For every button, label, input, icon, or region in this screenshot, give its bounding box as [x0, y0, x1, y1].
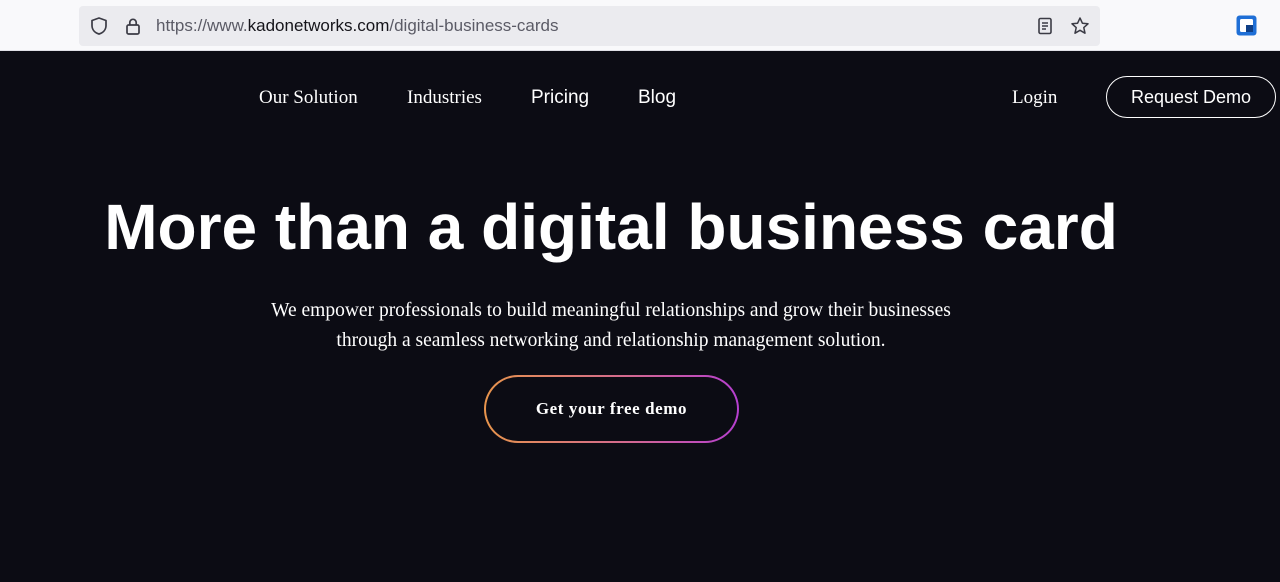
hero-subtitle-line-1: We empower professionals to build meanin…: [271, 300, 951, 321]
bookmark-star-icon[interactable]: [1070, 16, 1090, 36]
nav-industries[interactable]: Industries: [407, 85, 482, 111]
nav-our-solution[interactable]: Our Solution: [259, 85, 358, 111]
nav-login[interactable]: Login: [1012, 85, 1057, 111]
hero-title: More than a digital business card: [104, 191, 1118, 263]
nav-pricing[interactable]: Pricing: [531, 85, 589, 111]
free-demo-button[interactable]: Get your free demo: [484, 375, 739, 443]
reader-mode-icon[interactable]: [1035, 16, 1055, 36]
address-bar[interactable]: https://www.kadonetworks.com/digital-bus…: [79, 6, 1100, 46]
nav-blog[interactable]: Blog: [638, 85, 676, 111]
url-text[interactable]: https://www.kadonetworks.com/digital-bus…: [156, 16, 559, 36]
lock-icon[interactable]: [123, 16, 143, 36]
extension-icon[interactable]: [1236, 15, 1257, 36]
url-path: /digital-business-cards: [389, 16, 559, 35]
free-demo-button-label: Get your free demo: [486, 377, 737, 441]
browser-toolbar: https://www.kadonetworks.com/digital-bus…: [0, 0, 1280, 51]
url-prefix: https://www.: [156, 16, 248, 35]
request-demo-button[interactable]: Request Demo: [1106, 76, 1276, 118]
hero-subtitle-line-2: through a seamless networking and relati…: [336, 330, 886, 351]
shield-icon[interactable]: [89, 16, 109, 36]
url-domain: kadonetworks.com: [247, 16, 390, 35]
hero-subtitle: We empower professionals to build meanin…: [211, 296, 1011, 356]
